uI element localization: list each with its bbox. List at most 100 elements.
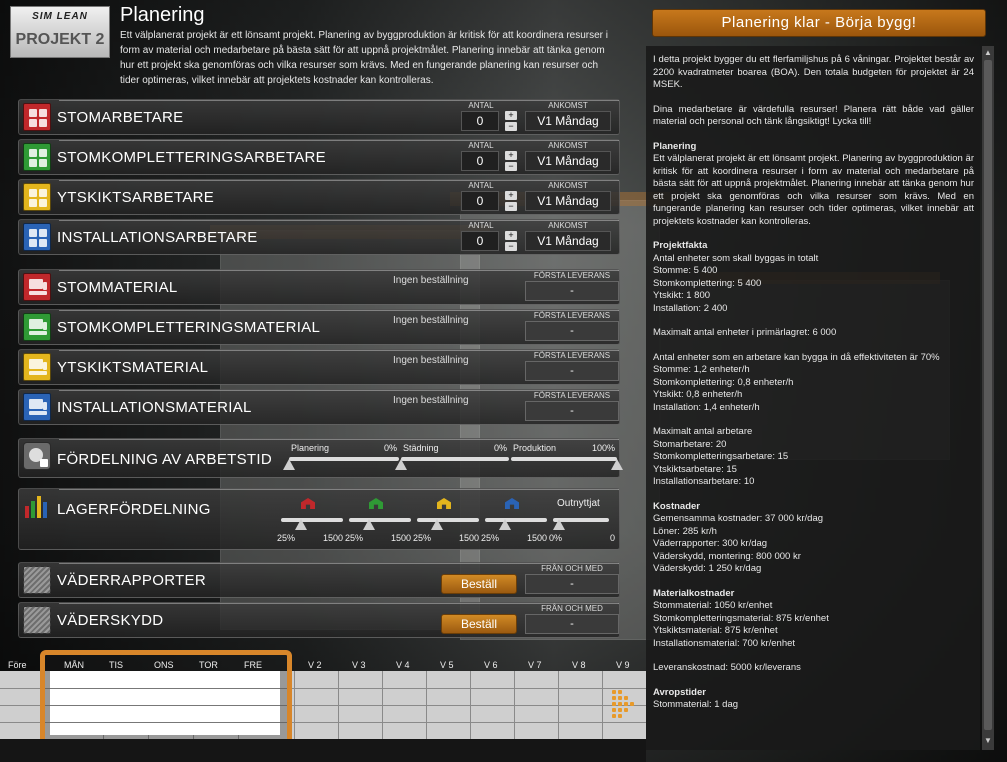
decrease-icon[interactable]: − <box>505 122 517 131</box>
storage-slider-track[interactable] <box>417 518 479 522</box>
worktime-item-label: Produktion <box>513 443 557 453</box>
increase-icon[interactable]: + <box>505 191 517 200</box>
facts-line: Stomme: 1,2 enheter/h <box>653 364 750 375</box>
first-delivery-field[interactable]: - <box>525 321 619 341</box>
arrival-select[interactable]: V1 Måndag <box>525 151 611 171</box>
materials-icon <box>23 313 51 341</box>
info-panel: I detta projekt bygger du ett flerfamilj… <box>646 46 980 750</box>
storage-house-icon <box>437 498 451 509</box>
increase-icon[interactable]: + <box>505 231 517 240</box>
storage-slider-track[interactable] <box>485 518 547 522</box>
timeline-day-label: TIS <box>109 660 124 670</box>
facts-line: Löner: 285 kr/h <box>653 525 717 537</box>
arrival-select[interactable]: V1 Måndag <box>525 191 611 211</box>
timeline-day-label: MÅN <box>64 660 84 670</box>
worktime-label: FÖRDELNING AV ARBETSTID <box>57 451 272 468</box>
materials-icon <box>23 393 51 421</box>
timeline-week-label: V 5 <box>440 660 454 670</box>
ankomst-label: ANKOMST <box>548 101 588 110</box>
ankomst-label: ANKOMST <box>548 181 588 190</box>
material-label: YTSKIKTSMATERIAL <box>57 359 209 376</box>
facts-line: Stomme: 5 400 <box>653 265 718 276</box>
materials-icon <box>23 273 51 301</box>
facts-line: Installation: 2 400 <box>653 302 728 314</box>
facts-block: Antal enheter som en arbetare kan bygga … <box>653 352 974 415</box>
storage-slider-thumb[interactable] <box>431 519 443 530</box>
first-delivery-label: FÖRSTA LEVERANS <box>533 351 611 360</box>
order-status: Ingen beställning <box>393 275 469 286</box>
start-build-button[interactable]: Planering klar - Börja bygg! <box>652 9 986 37</box>
worker-row: STOMARBETARE ANTAL 0 + − ANKOMST V1 Måndag <box>18 99 620 135</box>
scroll-down-icon[interactable]: ▼ <box>984 736 992 745</box>
storage-slider-thumb[interactable] <box>553 519 565 530</box>
from-field[interactable]: - <box>525 574 619 594</box>
worktime-item-value: 0% <box>493 443 507 453</box>
timeline-before-label: Före <box>8 660 27 670</box>
from-field[interactable]: - <box>525 614 619 634</box>
material-row: YTSKIKTSMATERIAL Ingen beställning FÖRSTA … <box>18 349 620 385</box>
scroll-thumb[interactable] <box>984 60 992 730</box>
current-week-cells[interactable] <box>50 671 280 735</box>
worker-row: YTSKIKTSARBETARE ANTAL 0 + − ANKOMST V1 Måndag <box>18 179 620 215</box>
scroll-up-icon[interactable]: ▲ <box>984 48 992 57</box>
worker-count-field[interactable]: 0 <box>461 231 499 251</box>
storage-amount: 1500 <box>526 533 547 543</box>
info-scrollbar[interactable]: ▲ ▼ <box>982 46 994 750</box>
material-label: STOMMATERIAL <box>57 279 178 296</box>
intro-text: Ett välplanerat projekt är ett lönsamt p… <box>120 30 609 86</box>
worker-count-field[interactable]: 0 <box>461 191 499 211</box>
antal-label: ANTAL <box>468 141 494 150</box>
worktime-item-value: 0% <box>383 443 397 453</box>
facts-line: Ytskikt: 1 800 <box>653 290 711 301</box>
antal-label: ANTAL <box>468 181 494 190</box>
timeline-day-label: TOR <box>199 660 218 670</box>
facts-line: Installationsmaterial: 700 kr/enhet <box>653 637 796 649</box>
sim-lean-logo: SIM LEAN PROJEKT 2 <box>10 6 110 58</box>
worktime-item-label: Planering <box>291 443 330 453</box>
storage-slider-thumb[interactable] <box>363 519 375 530</box>
info-paragraph: Planering Ett välplanerat projekt är ett … <box>653 141 974 229</box>
storage-slider-track[interactable] <box>349 518 411 522</box>
arrival-select[interactable]: V1 Måndag <box>525 231 611 251</box>
storage-house-icon <box>505 498 519 509</box>
decrease-icon[interactable]: − <box>505 162 517 171</box>
weather-row: VÄDERRAPPORTER Beställ FRÅN OCH MED - <box>18 562 620 598</box>
arrival-select[interactable]: V1 Måndag <box>525 111 611 131</box>
order-button[interactable]: Beställ <box>441 614 517 634</box>
worktime-slider-track[interactable] <box>511 457 617 461</box>
bars-chart-icon <box>23 492 51 520</box>
worker-count-field[interactable]: 0 <box>461 151 499 171</box>
storage-slider-thumb[interactable] <box>295 519 307 530</box>
increase-icon[interactable]: + <box>505 151 517 160</box>
facts-line: Stommaterial: 1 dag <box>653 699 739 710</box>
storage-amount: 0 <box>609 533 615 543</box>
info-paragraph: Dina medarbetare är värdefulla resurser!… <box>653 104 974 129</box>
clock-chart-icon <box>23 442 51 470</box>
facts-block: Maximalt antal arbetare Stomarbetare: 20 S… <box>653 426 974 489</box>
first-delivery-field[interactable]: - <box>525 361 619 381</box>
timeline-arrow-icon <box>612 690 646 720</box>
worktime-slider-track[interactable] <box>401 457 509 461</box>
first-delivery-field[interactable]: - <box>525 401 619 421</box>
timeline-week-label: V 8 <box>572 660 586 670</box>
worktime-slider-thumb[interactable] <box>283 459 295 470</box>
decrease-icon[interactable]: − <box>505 242 517 251</box>
storage-amount: 1500 <box>322 533 343 543</box>
increase-icon[interactable]: + <box>505 111 517 120</box>
ankomst-label: ANKOMST <box>548 221 588 230</box>
weather-label: VÄDERRAPPORTER <box>57 572 206 589</box>
first-delivery-label: FÖRSTA LEVERANS <box>533 311 611 320</box>
worktime-item-value: 100% <box>591 443 615 453</box>
storage-slider-thumb[interactable] <box>499 519 511 530</box>
decrease-icon[interactable]: − <box>505 202 517 211</box>
worktime-slider-thumb[interactable] <box>395 459 407 470</box>
worker-count-field[interactable]: 0 <box>461 111 499 131</box>
order-button[interactable]: Beställ <box>441 574 517 594</box>
worktime-slider-thumb[interactable] <box>611 459 623 470</box>
first-delivery-label: FÖRSTA LEVERANS <box>533 391 611 400</box>
first-delivery-field[interactable]: - <box>525 281 619 301</box>
timeline-week-label: V 4 <box>396 660 410 670</box>
worker-label: STOMARBETARE <box>57 109 184 126</box>
storage-slider-track[interactable] <box>281 518 343 522</box>
worktime-slider-track[interactable] <box>289 457 399 461</box>
